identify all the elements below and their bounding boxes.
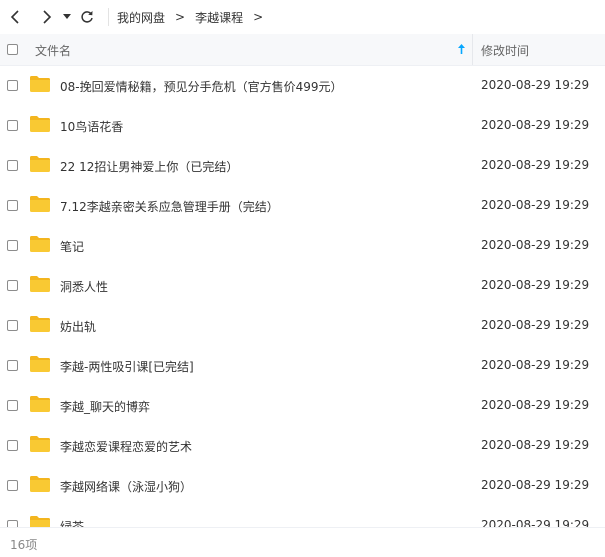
caret-down-icon [63, 14, 71, 19]
breadcrumb-separator: > [253, 10, 264, 24]
table-row[interactable]: 李越_聊天的博弈 2020-08-29 19:29 [0, 386, 605, 426]
folder-icon [30, 116, 50, 132]
table-row[interactable]: 笔记 2020-08-29 19:29 [0, 226, 605, 266]
status-bar: 16项 [0, 527, 605, 557]
file-modified-time: 2020-08-29 19:29 [481, 318, 590, 332]
file-modified-time: 2020-08-29 19:29 [481, 158, 590, 172]
file-modified-time: 2020-08-29 19:29 [481, 118, 590, 132]
file-name[interactable]: 08-挽回爱情秘籍，预见分手危机（官方售价499元） [60, 78, 343, 95]
file-modified-time: 2020-08-29 19:29 [481, 438, 590, 452]
file-modified-time: 2020-08-29 19:29 [481, 398, 590, 412]
file-name[interactable]: 李越_聊天的博弈 [60, 398, 150, 415]
folder-icon [30, 236, 50, 252]
file-modified-time: 2020-08-29 19:29 [481, 198, 590, 212]
file-modified-time: 2020-08-29 19:29 [481, 518, 590, 527]
table-row[interactable]: 7.12李越亲密关系应急管理手册（完结） 2020-08-29 19:29 [0, 186, 605, 226]
table-row[interactable]: 08-挽回爱情秘籍，预见分手危机（官方售价499元） 2020-08-29 19:… [0, 66, 605, 106]
file-name[interactable]: 李越网络课（泳湿小狗） [60, 478, 192, 495]
row-checkbox[interactable] [7, 480, 18, 491]
folder-icon [30, 356, 50, 372]
table-row[interactable]: 洞悉人性 2020-08-29 19:29 [0, 266, 605, 306]
folder-icon [30, 516, 50, 527]
row-checkbox[interactable] [7, 400, 18, 411]
file-name[interactable]: 22 12招让男神爱上你（已完结） [60, 158, 238, 175]
file-modified-time: 2020-08-29 19:29 [481, 358, 590, 372]
forward-button[interactable] [34, 2, 60, 32]
column-header-modified-time[interactable]: 修改时间 [481, 42, 529, 59]
table-row[interactable]: 妨出轨 2020-08-29 19:29 [0, 306, 605, 346]
folder-icon [30, 156, 50, 172]
folder-icon [30, 76, 50, 92]
row-checkbox[interactable] [7, 320, 18, 331]
table-row[interactable]: 绿茶 2020-08-29 19:29 [0, 506, 605, 527]
file-modified-time: 2020-08-29 19:29 [481, 478, 590, 492]
breadcrumb: 我的网盘 > 李越课程 > [117, 9, 273, 26]
row-checkbox[interactable] [7, 520, 18, 527]
column-header-name[interactable]: 文件名 [35, 42, 71, 59]
file-name[interactable]: 洞悉人性 [60, 278, 108, 295]
column-divider[interactable] [472, 34, 473, 65]
history-dropdown-button[interactable] [60, 2, 74, 32]
folder-icon [30, 316, 50, 332]
file-name[interactable]: 7.12李越亲密关系应急管理手册（完结） [60, 198, 279, 215]
file-modified-time: 2020-08-29 19:29 [481, 278, 590, 292]
table-row[interactable]: 李越网络课（泳湿小狗） 2020-08-29 19:29 [0, 466, 605, 506]
refresh-button[interactable] [74, 2, 100, 32]
table-row[interactable]: 10鸟语花香 2020-08-29 19:29 [0, 106, 605, 146]
breadcrumb-item-current[interactable]: 李越课程 [195, 9, 243, 26]
refresh-icon [81, 11, 93, 23]
folder-icon [30, 476, 50, 492]
row-checkbox[interactable] [7, 200, 18, 211]
file-name[interactable]: 李越恋爱课程恋爱的艺术 [60, 438, 192, 455]
file-name[interactable]: 绿茶 [60, 518, 84, 527]
row-checkbox[interactable] [7, 240, 18, 251]
row-checkbox[interactable] [7, 360, 18, 371]
row-checkbox[interactable] [7, 120, 18, 131]
table-row[interactable]: 李越恋爱课程恋爱的艺术 2020-08-29 19:29 [0, 426, 605, 466]
chevron-left-icon [10, 10, 19, 24]
file-modified-time: 2020-08-29 19:29 [481, 238, 590, 252]
folder-icon [30, 276, 50, 292]
row-checkbox[interactable] [7, 160, 18, 171]
chevron-right-icon [43, 10, 52, 24]
folder-icon [30, 436, 50, 452]
row-checkbox[interactable] [7, 80, 18, 91]
breadcrumb-separator: > [175, 10, 186, 24]
list-header: 文件名 修改时间 [0, 34, 605, 66]
toolbar-divider [108, 8, 109, 26]
file-list: 08-挽回爱情秘籍，预见分手危机（官方售价499元） 2020-08-29 19:… [0, 66, 605, 527]
table-row[interactable]: 22 12招让男神爱上你（已完结） 2020-08-29 19:29 [0, 146, 605, 186]
back-button[interactable] [2, 2, 28, 32]
toolbar: 我的网盘 > 李越课程 > [0, 0, 605, 34]
file-name[interactable]: 笔记 [60, 238, 84, 255]
arrow-up-icon[interactable] [457, 43, 466, 55]
folder-icon [30, 196, 50, 212]
folder-icon [30, 396, 50, 412]
item-count: 16项 [10, 538, 38, 552]
row-checkbox[interactable] [7, 440, 18, 451]
table-row[interactable]: 李越-两性吸引课[已完结] 2020-08-29 19:29 [0, 346, 605, 386]
select-all-checkbox[interactable] [7, 44, 18, 55]
file-name[interactable]: 李越-两性吸引课[已完结] [60, 358, 194, 375]
file-name[interactable]: 妨出轨 [60, 318, 96, 335]
file-name[interactable]: 10鸟语花香 [60, 118, 123, 135]
file-modified-time: 2020-08-29 19:29 [481, 78, 590, 92]
row-checkbox[interactable] [7, 280, 18, 291]
breadcrumb-item-root[interactable]: 我的网盘 [117, 9, 165, 26]
